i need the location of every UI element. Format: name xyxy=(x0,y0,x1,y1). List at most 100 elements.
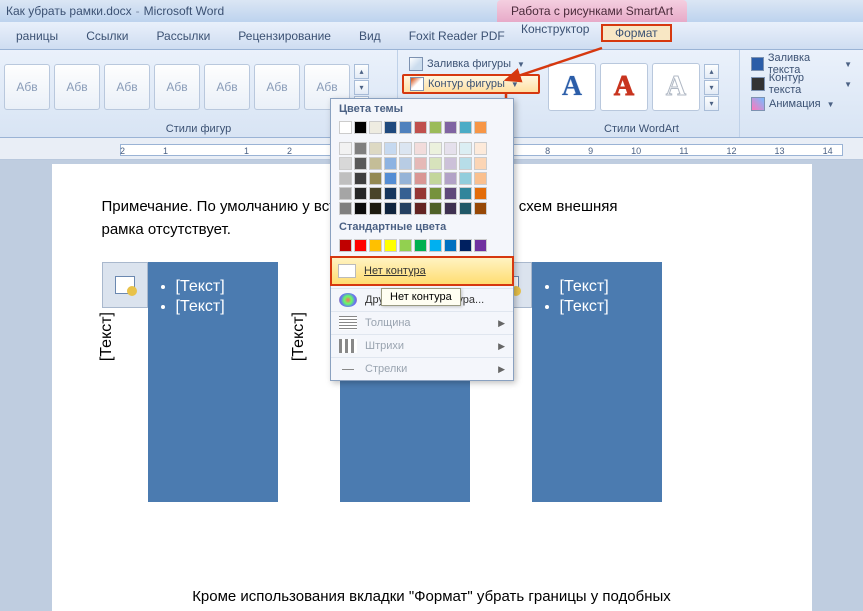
tab-pages[interactable]: раницы xyxy=(2,22,72,49)
color-swatch[interactable] xyxy=(444,157,457,170)
color-swatch[interactable] xyxy=(399,121,412,134)
color-swatch[interactable] xyxy=(429,157,442,170)
tab-review[interactable]: Рецензирование xyxy=(224,22,345,49)
color-swatch[interactable] xyxy=(474,172,487,185)
color-swatch[interactable] xyxy=(459,172,472,185)
tab-format[interactable]: Формат xyxy=(601,24,672,42)
color-swatch[interactable] xyxy=(354,187,367,200)
color-swatch[interactable] xyxy=(474,121,487,134)
dashes-item[interactable]: Штрихи ▶ xyxy=(331,334,513,357)
color-swatch[interactable] xyxy=(459,157,472,170)
color-swatch[interactable] xyxy=(474,187,487,200)
color-swatch[interactable] xyxy=(399,157,412,170)
color-swatch[interactable] xyxy=(414,187,427,200)
color-swatch[interactable] xyxy=(354,239,367,252)
color-swatch[interactable] xyxy=(354,172,367,185)
color-swatch[interactable] xyxy=(339,202,352,215)
color-swatch[interactable] xyxy=(339,172,352,185)
smartart-body[interactable]: [Текст][Текст] xyxy=(148,262,278,502)
color-swatch[interactable] xyxy=(384,187,397,200)
text-fill-button[interactable]: Заливка текста ▼ xyxy=(744,54,859,74)
color-swatch[interactable] xyxy=(339,121,352,134)
picture-placeholder[interactable] xyxy=(102,262,148,308)
color-swatch[interactable] xyxy=(459,202,472,215)
no-outline-item[interactable]: Нет контура xyxy=(330,256,514,286)
color-swatch[interactable] xyxy=(444,121,457,134)
weight-item[interactable]: Толщина ▶ xyxy=(331,311,513,334)
shape-style-swatch[interactable]: Абв xyxy=(4,64,50,110)
tab-mailings[interactable]: Рассылки xyxy=(142,22,224,49)
tab-foxit[interactable]: Foxit Reader PDF xyxy=(395,22,519,49)
color-swatch[interactable] xyxy=(354,121,367,134)
wordart-style-swatch[interactable]: A xyxy=(652,63,700,111)
color-swatch[interactable] xyxy=(339,157,352,170)
shape-style-swatch[interactable]: Абв xyxy=(54,64,100,110)
color-swatch[interactable] xyxy=(474,202,487,215)
color-swatch[interactable] xyxy=(339,142,352,155)
color-swatch[interactable] xyxy=(354,142,367,155)
color-swatch[interactable] xyxy=(429,142,442,155)
color-swatch[interactable] xyxy=(444,187,457,200)
gallery-up-icon[interactable]: ▴ xyxy=(354,64,369,79)
color-swatch[interactable] xyxy=(444,239,457,252)
gallery-down-icon[interactable]: ▾ xyxy=(704,80,719,95)
color-swatch[interactable] xyxy=(474,157,487,170)
color-swatch[interactable] xyxy=(339,239,352,252)
color-swatch[interactable] xyxy=(414,121,427,134)
color-swatch[interactable] xyxy=(384,121,397,134)
tab-view[interactable]: Вид xyxy=(345,22,395,49)
color-swatch[interactable] xyxy=(399,142,412,155)
color-swatch[interactable] xyxy=(384,172,397,185)
color-swatch[interactable] xyxy=(339,187,352,200)
color-swatch[interactable] xyxy=(459,187,472,200)
color-swatch[interactable] xyxy=(369,142,382,155)
tab-constructor[interactable]: Конструктор xyxy=(507,22,603,36)
color-swatch[interactable] xyxy=(429,172,442,185)
color-swatch[interactable] xyxy=(369,121,382,134)
color-swatch[interactable] xyxy=(369,187,382,200)
color-swatch[interactable] xyxy=(474,239,487,252)
color-swatch[interactable] xyxy=(414,172,427,185)
color-swatch[interactable] xyxy=(399,202,412,215)
shape-style-swatch[interactable]: Абв xyxy=(154,64,200,110)
color-swatch[interactable] xyxy=(429,121,442,134)
color-swatch[interactable] xyxy=(354,157,367,170)
color-swatch[interactable] xyxy=(399,172,412,185)
gallery-down-icon[interactable]: ▾ xyxy=(354,80,369,95)
color-swatch[interactable] xyxy=(369,202,382,215)
shape-style-swatch[interactable]: Абв xyxy=(104,64,150,110)
color-swatch[interactable] xyxy=(384,202,397,215)
color-swatch[interactable] xyxy=(414,142,427,155)
smartart-body[interactable]: [Текст][Текст] xyxy=(532,262,662,502)
color-swatch[interactable] xyxy=(399,239,412,252)
color-swatch[interactable] xyxy=(429,202,442,215)
color-swatch[interactable] xyxy=(444,142,457,155)
text-outline-button[interactable]: Контур текста ▼ xyxy=(744,74,859,94)
arrows-item[interactable]: Стрелки ▶ xyxy=(331,357,513,380)
color-swatch[interactable] xyxy=(369,157,382,170)
smartart-block[interactable]: [Текст] [Текст][Текст] xyxy=(102,262,278,502)
color-swatch[interactable] xyxy=(414,157,427,170)
color-swatch[interactable] xyxy=(444,202,457,215)
tab-links[interactable]: Ссылки xyxy=(72,22,142,49)
color-swatch[interactable] xyxy=(384,157,397,170)
color-swatch[interactable] xyxy=(429,187,442,200)
color-swatch[interactable] xyxy=(429,239,442,252)
color-swatch[interactable] xyxy=(369,172,382,185)
shape-style-swatch[interactable]: Абв xyxy=(204,64,250,110)
color-swatch[interactable] xyxy=(414,202,427,215)
color-swatch[interactable] xyxy=(384,239,397,252)
gallery-up-icon[interactable]: ▴ xyxy=(704,64,719,79)
color-swatch[interactable] xyxy=(459,121,472,134)
color-swatch[interactable] xyxy=(369,239,382,252)
color-swatch[interactable] xyxy=(354,202,367,215)
color-swatch[interactable] xyxy=(384,142,397,155)
color-swatch[interactable] xyxy=(444,172,457,185)
color-swatch[interactable] xyxy=(399,187,412,200)
shape-style-swatch[interactable]: Абв xyxy=(254,64,300,110)
color-swatch[interactable] xyxy=(459,239,472,252)
text-animation-button[interactable]: Анимация ▼ xyxy=(744,94,859,114)
color-swatch[interactable] xyxy=(414,239,427,252)
gallery-more-icon[interactable]: ▾ xyxy=(704,96,719,111)
color-swatch[interactable] xyxy=(459,142,472,155)
